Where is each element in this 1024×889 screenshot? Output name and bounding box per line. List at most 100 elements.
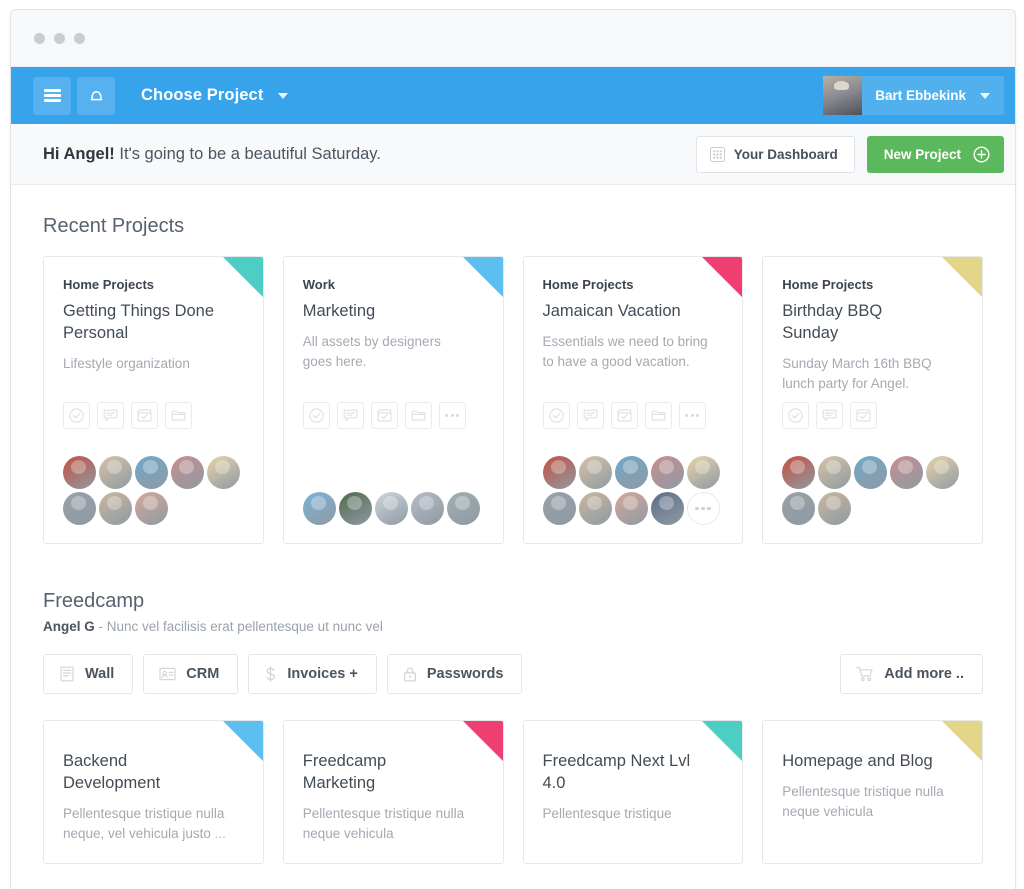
avatar[interactable] [374, 492, 408, 525]
folder-icon[interactable] [644, 402, 672, 429]
avatar[interactable] [818, 456, 852, 489]
user-menu[interactable]: Bart Ebbekink [823, 76, 1004, 115]
card-description: Sunday March 16th BBQ lunch party for An… [782, 355, 932, 392]
avatar[interactable] [818, 492, 852, 525]
more-icon[interactable] [438, 402, 466, 429]
more-icon[interactable] [678, 402, 706, 429]
add-more-label: Add more .. [884, 666, 964, 682]
avatar[interactable] [614, 492, 648, 525]
chevron-down-icon [278, 92, 289, 99]
plus-circle-icon [973, 145, 990, 163]
more-members-button[interactable] [686, 492, 720, 525]
avatar[interactable] [99, 456, 132, 489]
avatar[interactable] [578, 456, 612, 489]
task-icon[interactable] [370, 402, 398, 429]
freedcamp-owner-name: Angel G [43, 619, 95, 634]
comment-icon[interactable] [576, 402, 604, 429]
check-circle-icon[interactable] [782, 402, 810, 429]
card-description-text: Pellentesque tristique [542, 805, 672, 821]
app-button-crm[interactable]: CRM [143, 654, 239, 694]
card-description: Lifestyle organization [63, 355, 190, 371]
card-member-avatars [782, 456, 963, 525]
comment-icon[interactable] [336, 402, 364, 429]
avatar[interactable] [135, 456, 168, 489]
avatar[interactable] [542, 492, 576, 525]
folder-icon[interactable] [404, 402, 432, 429]
card-ribbon [222, 721, 263, 761]
new-project-button[interactable]: New Project [866, 135, 1004, 173]
hamburger-icon[interactable] [33, 76, 71, 115]
avatar[interactable] [99, 492, 132, 525]
avatar[interactable] [650, 456, 684, 489]
avatar[interactable] [207, 456, 240, 489]
avatar[interactable] [686, 456, 720, 489]
comment-icon[interactable] [97, 402, 124, 429]
avatar[interactable] [63, 492, 96, 525]
avatar[interactable] [135, 492, 168, 525]
card-ribbon [942, 721, 982, 761]
avatar[interactable] [890, 456, 924, 489]
project-card[interactable]: Work Marketing All assets by designers goe… [282, 256, 504, 544]
project-card[interactable]: Homepage and Blog Pellentesque tristique … [762, 720, 983, 864]
card-ribbon [462, 721, 503, 761]
task-icon[interactable] [610, 402, 638, 429]
avatar[interactable] [926, 456, 960, 489]
freedcamp-heading: Freedcamp [43, 590, 145, 612]
card-description: Pellentesque tristique nulla neque vehic… [782, 782, 948, 823]
app-button-passwords[interactable]: Passwords [386, 654, 523, 694]
wall-icon [59, 666, 75, 682]
folder-icon[interactable] [165, 402, 192, 429]
check-circle-icon[interactable] [302, 402, 330, 429]
project-card[interactable]: Backend Development Pellentesque tristiqu… [43, 720, 264, 864]
card-description: Pellentesque tristique nulla neque vehic… [303, 804, 469, 845]
project-card[interactable]: Home Projects Jamaican Vacation Essentials… [522, 256, 744, 544]
card-title: Freedcamp Marketing [302, 752, 387, 792]
card-icon-row [542, 402, 706, 429]
choose-project-dropdown[interactable]: Choose Project [141, 86, 289, 105]
new-project-label: New Project [883, 146, 961, 162]
your-dashboard-button[interactable]: Your Dashboard [695, 135, 855, 173]
window-maximize-dot[interactable] [74, 32, 85, 44]
app-button-invoices[interactable]: Invoices + [248, 654, 377, 694]
greeting-text: Hi Angel! It's going to be a beautiful S… [43, 145, 381, 164]
cart-icon [856, 666, 874, 682]
avatar[interactable] [782, 492, 816, 525]
card-description-text: Pellentesque tristique nulla neque vehic… [782, 783, 944, 820]
avatar[interactable] [650, 492, 684, 525]
window-close-dot[interactable] [34, 32, 45, 44]
card-description-text: Pellentesque tristique nulla neque vehic… [302, 805, 465, 842]
avatar[interactable] [542, 456, 576, 489]
window-minimize-dot[interactable] [54, 32, 65, 44]
app-button-wall[interactable]: Wall [43, 654, 134, 694]
project-card[interactable]: Freedcamp Marketing Pellentesque tristiqu… [282, 720, 504, 864]
project-card[interactable]: Home Projects Getting Things Done Persona… [43, 256, 264, 544]
avatar[interactable] [578, 492, 612, 525]
avatar[interactable] [614, 456, 648, 489]
avatar[interactable] [171, 456, 204, 489]
avatar[interactable] [410, 492, 444, 525]
card-icon-row [63, 402, 192, 429]
task-icon[interactable] [850, 402, 878, 429]
avatar[interactable] [63, 456, 96, 489]
project-card[interactable]: Home Projects Birthday BBQ Sunday Sunday M… [762, 256, 983, 544]
task-icon[interactable] [131, 402, 158, 429]
check-circle-icon[interactable] [63, 402, 90, 429]
avatar[interactable] [302, 492, 336, 525]
avatar[interactable] [854, 456, 888, 489]
card-description: Essentials we need to bring to have a go… [542, 333, 708, 370]
freedcamp-owner-desc: - Nunc vel facilisis erat pellentesque u… [94, 619, 383, 634]
comment-icon[interactable] [816, 402, 844, 429]
card-group-label: Work [302, 277, 336, 292]
check-circle-icon[interactable] [542, 402, 570, 429]
card-icon-row [782, 402, 878, 429]
app-button-label: Wall [85, 666, 115, 682]
avatar[interactable] [338, 492, 372, 525]
bell-icon[interactable] [77, 76, 115, 115]
project-card[interactable]: Freedcamp Next Lvl 4.0 Pellentesque trist… [522, 720, 744, 864]
app-button-label: Invoices + [287, 666, 358, 682]
card-ribbon [222, 257, 263, 297]
avatar[interactable] [782, 456, 816, 489]
card-title: Marketing [302, 302, 376, 320]
avatar[interactable] [446, 492, 480, 525]
add-more-button[interactable]: Add more .. [840, 654, 983, 694]
